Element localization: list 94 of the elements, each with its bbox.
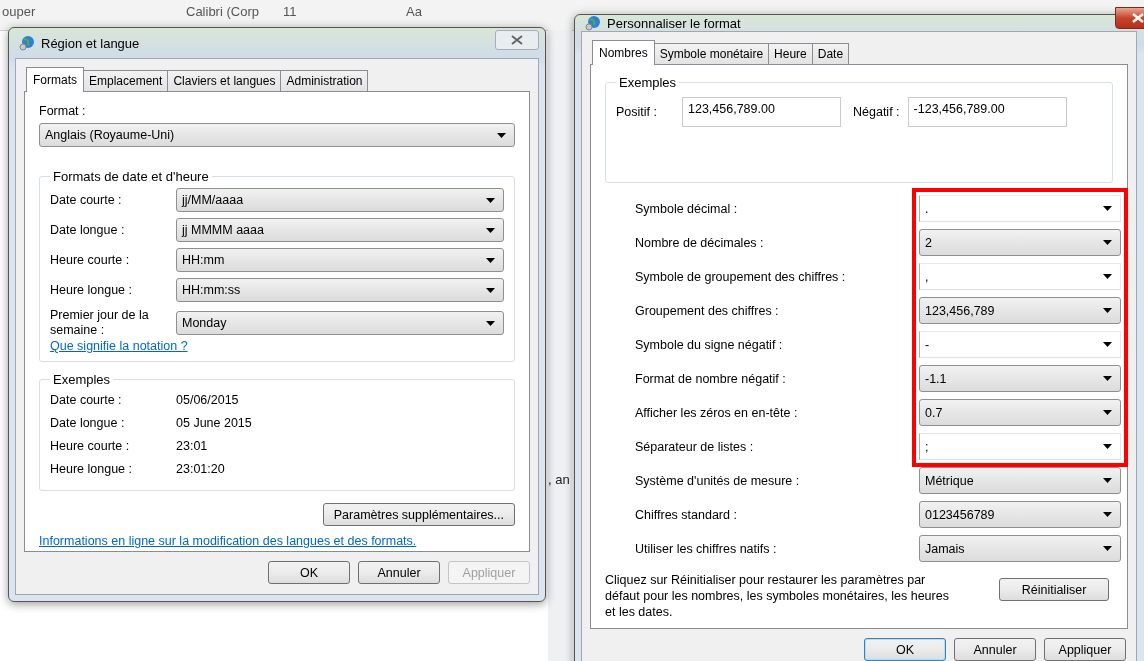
close-icon[interactable]	[495, 30, 539, 50]
tab[interactable]: Emplacement	[83, 70, 169, 91]
clipboard-label: ouper	[2, 4, 36, 19]
setting-dropdown[interactable]: Jamais	[919, 535, 1121, 562]
setting-label: Système d'unités de mesure :	[635, 473, 801, 488]
change-case-button[interactable]: Aa	[406, 4, 422, 19]
example-value: 23:01	[176, 439, 209, 453]
group-title: Exemples	[618, 75, 678, 90]
document-text: , an	[548, 472, 570, 487]
field-label: Positif :	[616, 105, 658, 119]
dropdown-arrow-icon	[1103, 308, 1112, 313]
setting-label: Chiffres standard :	[635, 507, 738, 522]
field-label: Premier jour de la semaine :	[50, 308, 150, 338]
window-title: Personnaliser le format	[607, 15, 741, 31]
more-settings-button[interactable]: Paramètres supplémentaires...	[322, 503, 515, 526]
tab[interactable]: Nombres	[592, 40, 655, 65]
setting-label: Nombre de décimales :	[635, 235, 765, 250]
setting-dropdown[interactable]: ;	[919, 433, 1121, 460]
tab[interactable]: Formats	[26, 67, 84, 92]
field-label: Date courte :	[50, 193, 123, 207]
format-label: Format :	[39, 104, 87, 118]
example-field: 123,456,789.00	[682, 97, 841, 127]
window-title: Région et langue	[41, 35, 140, 51]
dropdown-arrow-icon	[486, 257, 495, 263]
setting-label: Utiliser les chiffres natifs :	[635, 541, 778, 556]
format-dropdown[interactable]: jj MMMM aaaa	[176, 218, 504, 242]
format-dropdown[interactable]: HH:mm	[176, 248, 504, 272]
dropdown-arrow-icon	[1103, 444, 1112, 449]
dialog-button[interactable]: Annuler	[358, 561, 440, 584]
setting-dropdown[interactable]: -	[919, 331, 1121, 358]
dropdown-arrow-icon	[1103, 206, 1112, 211]
field-label: Heure longue :	[50, 283, 133, 297]
reset-note: Cliquez sur Réinitialiser pour restaurer les paramètres par défaut pour les nombres, les symboles monétaires, les heures et les dates.	[605, 572, 950, 620]
setting-label: Symbole décimal :	[635, 201, 739, 216]
example-value: 23:01:20	[176, 462, 226, 476]
setting-dropdown[interactable]: ,	[919, 263, 1121, 290]
dropdown-arrow-icon	[1103, 240, 1112, 245]
format-dropdown[interactable]: HH:mm:ss	[176, 278, 504, 302]
format-dropdown[interactable]: Anglais (Royaume-Uni)	[39, 123, 515, 147]
field-label: Négatif :	[853, 105, 900, 119]
dialog-button[interactable]: OK	[268, 561, 350, 584]
info-link[interactable]: Informations en ligne sur la modification des langues et des formats.	[39, 534, 417, 548]
setting-label: Symbole du signe négatif :	[635, 337, 784, 352]
setting-label: Symbole de groupement des chiffres :	[635, 269, 847, 284]
dropdown-arrow-icon	[486, 320, 495, 326]
dropdown-arrow-icon	[1103, 342, 1112, 347]
format-dropdown[interactable]: Monday	[176, 311, 504, 335]
tab[interactable]: Administration	[280, 70, 369, 91]
dialog-button[interactable]: Annuler	[954, 638, 1036, 661]
dropdown-arrow-icon	[1103, 376, 1112, 381]
dropdown-arrow-icon	[486, 287, 495, 293]
example-field: -123,456,789.00	[907, 97, 1067, 127]
dropdown-arrow-icon	[1103, 274, 1112, 279]
font-size-field[interactable]: 11	[283, 4, 297, 19]
setting-dropdown[interactable]: 0123456789	[919, 501, 1121, 528]
group-title: Exemples	[52, 372, 112, 387]
tab[interactable]: Symbole monétaire	[653, 43, 770, 64]
setting-dropdown[interactable]: 123,456,789	[919, 297, 1121, 324]
field-label: Heure courte :	[50, 253, 131, 267]
tab[interactable]: Heure	[768, 43, 813, 64]
dropdown-arrow-icon	[486, 227, 495, 233]
setting-label: Séparateur de listes :	[635, 439, 755, 454]
dropdown-arrow-icon	[1103, 546, 1112, 551]
field-label: Date courte :	[50, 393, 123, 407]
field-label: Date longue :	[50, 223, 126, 237]
group-title: Formats de date et d'heure	[52, 169, 210, 184]
setting-label: Afficher les zéros en en-tête :	[635, 405, 799, 420]
dropdown-arrow-icon	[486, 197, 495, 203]
dialog-button[interactable]: OK	[864, 638, 946, 661]
setting-dropdown[interactable]: 0.7	[919, 399, 1121, 426]
reset-button[interactable]: Réinitialiser	[999, 578, 1109, 601]
field-label: Date longue :	[50, 416, 126, 430]
dropdown-arrow-icon	[1103, 478, 1112, 483]
setting-dropdown[interactable]: .	[919, 195, 1121, 222]
tab[interactable]: Date	[811, 43, 850, 64]
field-label: Heure courte :	[50, 439, 131, 453]
globe-icon	[19, 35, 35, 51]
dropdown-arrow-icon	[1103, 512, 1112, 517]
dialog-button[interactable]: Appliquer	[1044, 638, 1126, 661]
notation-link[interactable]: Que signifie la notation ?	[50, 339, 188, 353]
dropdown-arrow-icon	[1103, 410, 1112, 415]
format-dropdown[interactable]: jj/MM/aaaa	[176, 188, 504, 212]
setting-dropdown[interactable]: -1.1	[919, 365, 1121, 392]
example-value: 05/06/2015	[176, 393, 240, 407]
tab[interactable]: Claviers et langues	[167, 70, 282, 91]
setting-label: Groupement des chiffres :	[635, 303, 780, 318]
setting-dropdown[interactable]: Métrique	[919, 467, 1121, 494]
field-label: Heure longue :	[50, 462, 133, 476]
setting-dropdown[interactable]: 2	[919, 229, 1121, 256]
dropdown-arrow-icon	[497, 132, 506, 138]
setting-label: Format de nombre négatif :	[635, 371, 787, 386]
font-name-field[interactable]: Calibri (Corp	[186, 4, 259, 19]
example-value: 05 June 2015	[176, 416, 253, 430]
globe-icon	[585, 15, 601, 31]
